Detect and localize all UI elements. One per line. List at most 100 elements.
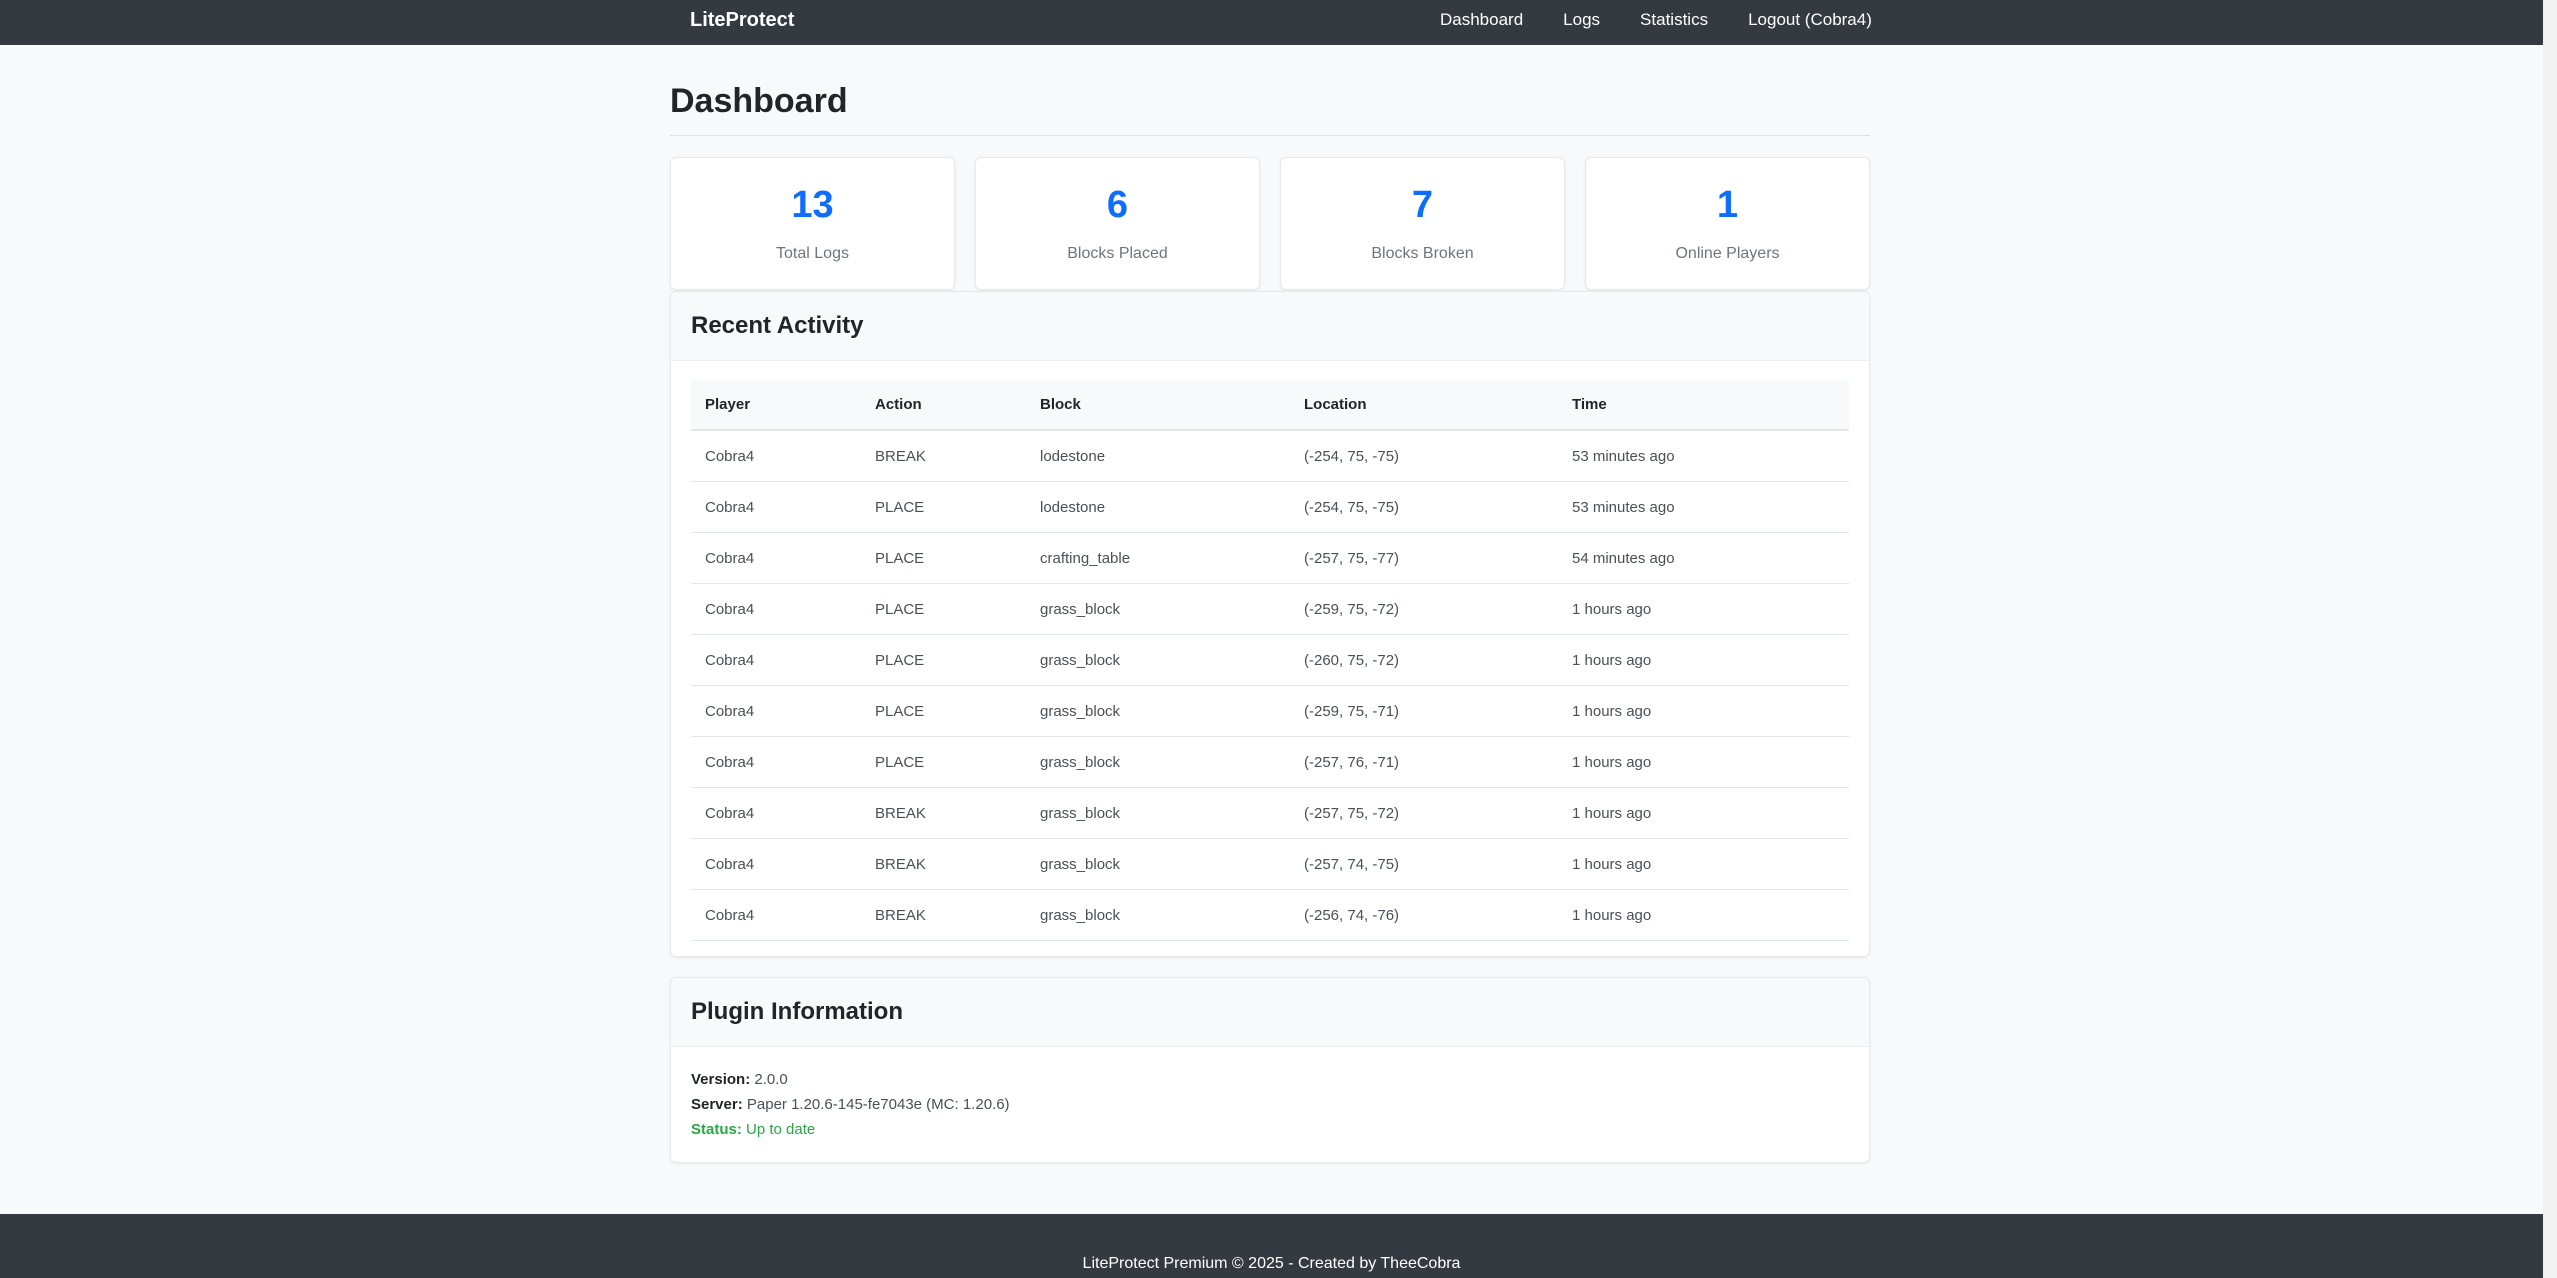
column-header-player: Player <box>691 380 861 431</box>
page-scrollbar[interactable] <box>2543 0 2557 1278</box>
recent-activity-title: Recent Activity <box>671 292 1869 361</box>
column-header-block: Block <box>1026 380 1290 431</box>
stat-label: Total Logs <box>776 245 849 262</box>
cell-time: 1 hours ago <box>1558 583 1849 635</box>
stat-card-blocks-placed: 6 Blocks Placed <box>975 157 1260 290</box>
cell-location: (-257, 76, -71) <box>1290 736 1558 788</box>
cell-time: 1 hours ago <box>1558 685 1849 737</box>
title-divider <box>670 135 1870 136</box>
plugin-info-title: Plugin Information <box>671 978 1869 1047</box>
cell-player: Cobra4 <box>691 583 861 635</box>
column-header-action: Action <box>861 380 1026 431</box>
stat-value: 1 <box>1716 184 1739 226</box>
version-label: Version: <box>691 1071 751 1088</box>
cell-location: (-260, 75, -72) <box>1290 634 1558 686</box>
recent-activity-card: Recent Activity Player Action Block Loca… <box>670 291 1870 957</box>
table-header-row: Player Action Block Location Time <box>691 380 1849 431</box>
cell-player: Cobra4 <box>691 430 861 482</box>
cell-player: Cobra4 <box>691 634 861 686</box>
server-line: Server: Paper 1.20.6-145-fe7043e (MC: 1.… <box>691 1092 1849 1117</box>
cell-player: Cobra4 <box>691 685 861 737</box>
status-label: Status: <box>691 1121 742 1138</box>
cell-location: (-256, 74, -76) <box>1290 889 1558 941</box>
column-header-location: Location <box>1290 380 1558 431</box>
stat-label: Blocks Broken <box>1371 245 1474 262</box>
cell-action: BREAK <box>861 787 1026 839</box>
plugin-info-body: Version: 2.0.0 Server: Paper 1.20.6-145-… <box>671 1047 1869 1142</box>
top-navbar: LiteProtect Dashboard Logs Statistics Lo… <box>0 0 2543 45</box>
cell-action: PLACE <box>861 736 1026 788</box>
cell-time: 1 hours ago <box>1558 889 1849 941</box>
cell-action: BREAK <box>861 838 1026 890</box>
cell-time: 1 hours ago <box>1558 838 1849 890</box>
cell-player: Cobra4 <box>691 787 861 839</box>
nav-link-dashboard[interactable]: Dashboard <box>1420 0 1543 45</box>
stat-card-online-players: 1 Online Players <box>1585 157 1870 290</box>
cell-time: 53 minutes ago <box>1558 481 1849 533</box>
table-row: Cobra4 PLACE lodestone (-254, 75, -75) 53 mi… <box>691 481 1849 533</box>
cell-player: Cobra4 <box>691 736 861 788</box>
cell-block: grass_block <box>1026 838 1290 890</box>
table-row: Cobra4 BREAK grass_block (-256, 74, -76) 1 h… <box>691 889 1849 941</box>
cell-action: PLACE <box>861 583 1026 635</box>
cell-action: PLACE <box>861 634 1026 686</box>
table-row: Cobra4 PLACE crafting_table (-257, 75, -77)… <box>691 532 1849 584</box>
footer-text: LiteProtect Premium © 2025 - Created by … <box>1082 1255 1461 1272</box>
cell-block: grass_block <box>1026 583 1290 635</box>
status-line: Status: Up to date <box>691 1117 1849 1142</box>
cell-player: Cobra4 <box>691 838 861 890</box>
page-title: Dashboard <box>670 82 848 120</box>
server-label: Server: <box>691 1096 743 1113</box>
column-header-time: Time <box>1558 380 1849 431</box>
cell-action: PLACE <box>861 532 1026 584</box>
version-line: Version: 2.0.0 <box>691 1067 1849 1092</box>
cell-location: (-257, 75, -72) <box>1290 787 1558 839</box>
table-row: Cobra4 BREAK grass_block (-257, 74, -75) 1 h… <box>691 838 1849 890</box>
cell-action: PLACE <box>861 481 1026 533</box>
table-row: Cobra4 PLACE grass_block (-259, 75, -71) 1 h… <box>691 685 1849 737</box>
nav-link-logout[interactable]: Logout (Cobra4) <box>1728 0 1892 45</box>
stat-value: 7 <box>1411 184 1434 226</box>
cell-time: 53 minutes ago <box>1558 430 1849 482</box>
cell-block: lodestone <box>1026 430 1290 482</box>
nav-links: Dashboard Logs Statistics Logout (Cobra4… <box>1420 0 1892 45</box>
plugin-info-card: Plugin Information Version: 2.0.0 Server… <box>670 977 1870 1163</box>
cell-time: 54 minutes ago <box>1558 532 1849 584</box>
nav-link-logs[interactable]: Logs <box>1543 0 1620 45</box>
stat-value: 6 <box>1106 184 1129 226</box>
version-value: 2.0.0 <box>754 1071 788 1088</box>
stat-value: 13 <box>791 184 834 226</box>
cell-location: (-259, 75, -71) <box>1290 685 1558 737</box>
cell-time: 1 hours ago <box>1558 787 1849 839</box>
table-row: Cobra4 BREAK grass_block (-257, 75, -72) 1 h… <box>691 787 1849 839</box>
cell-time: 1 hours ago <box>1558 634 1849 686</box>
cell-location: (-257, 75, -77) <box>1290 532 1558 584</box>
stat-card-blocks-broken: 7 Blocks Broken <box>1280 157 1565 290</box>
cell-action: BREAK <box>861 889 1026 941</box>
cell-player: Cobra4 <box>691 889 861 941</box>
cell-block: grass_block <box>1026 889 1290 941</box>
server-value: Paper 1.20.6-145-fe7043e (MC: 1.20.6) <box>746 1096 1010 1113</box>
cell-block: grass_block <box>1026 634 1290 686</box>
nav-link-statistics[interactable]: Statistics <box>1620 0 1728 45</box>
cell-block: grass_block <box>1026 685 1290 737</box>
table-row: Cobra4 PLACE grass_block (-257, 76, -71) 1 h… <box>691 736 1849 788</box>
cell-location: (-254, 75, -75) <box>1290 430 1558 482</box>
cell-block: crafting_table <box>1026 532 1290 584</box>
cell-location: (-259, 75, -72) <box>1290 583 1558 635</box>
status-value: Up to date <box>746 1121 816 1138</box>
cell-action: PLACE <box>861 685 1026 737</box>
cell-block: lodestone <box>1026 481 1290 533</box>
cell-player: Cobra4 <box>691 532 861 584</box>
activity-table: Player Action Block Location Time Cobra4… <box>691 380 1849 941</box>
table-row: Cobra4 PLACE grass_block (-259, 75, -72) 1 h… <box>691 583 1849 635</box>
cell-block: grass_block <box>1026 736 1290 788</box>
brand-logo-link[interactable]: LiteProtect <box>690 0 794 45</box>
cell-player: Cobra4 <box>691 481 861 533</box>
cell-action: BREAK <box>861 430 1026 482</box>
stats-row: 13 Total Logs 6 Blocks Placed 7 Blocks B… <box>670 157 1870 290</box>
table-row: Cobra4 PLACE grass_block (-260, 75, -72) 1 h… <box>691 634 1849 686</box>
stat-card-total-logs: 13 Total Logs <box>670 157 955 290</box>
stat-label: Online Players <box>1675 245 1780 262</box>
cell-location: (-257, 74, -75) <box>1290 838 1558 890</box>
